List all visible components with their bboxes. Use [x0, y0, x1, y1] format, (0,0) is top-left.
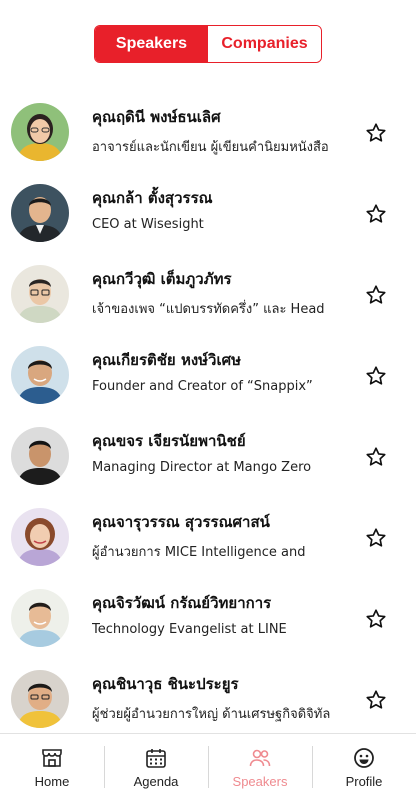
- avatar: [11, 670, 69, 728]
- bottom-tab-bar: Home Agenda Speakers Profile: [0, 733, 416, 800]
- speaker-description: Founder and Creator of “Snappix”: [92, 379, 313, 394]
- people-icon: [249, 749, 271, 767]
- speaker-row[interactable]: คุณชินาวุธ ชินะประยูร ผู้ช่วยผู้อำนวยการ…: [0, 659, 416, 740]
- avatar: [11, 508, 69, 566]
- speaker-description: ผู้อำนวยการ MICE Intelligence and: [92, 545, 306, 560]
- star-icon[interactable]: [365, 527, 387, 549]
- companies-segment-button[interactable]: Companies: [208, 26, 321, 62]
- avatar: [11, 103, 69, 161]
- star-icon[interactable]: [365, 608, 387, 630]
- speaker-row[interactable]: คุณฤดินี พงษ์ธนเลิศ อาจารย์และนักเขียน ผ…: [0, 92, 416, 173]
- speaker-name: คุณขจร เจียรนัยพานิชย์: [92, 432, 246, 450]
- speaker-row[interactable]: คุณกวีวุฒิ เต็มภูวภัทร เจ้าของเพจ “แปดบร…: [0, 254, 416, 335]
- speakers-companies-toggle: Speakers Companies: [94, 25, 322, 63]
- speaker-row[interactable]: คุณจารุวรรณ สุวรรณศาสน์ ผู้อำนวยการ MICE…: [0, 497, 416, 578]
- speaker-name: คุณกวีวุฒิ เต็มภูวภัทร: [92, 270, 232, 288]
- smiley-icon: [354, 748, 374, 768]
- avatar: [11, 265, 69, 323]
- tab-speakers-label: Speakers: [232, 774, 288, 789]
- speakers-segment-button[interactable]: Speakers: [95, 26, 208, 62]
- speaker-row[interactable]: คุณเกียรติชัย หงษ์วิเศษ Founder and Crea…: [0, 335, 416, 416]
- tab-agenda-label: Agenda: [133, 774, 179, 789]
- speaker-description: เจ้าของเพจ “แปดบรรทัดครึ่ง” และ Head: [92, 302, 325, 317]
- star-icon[interactable]: [365, 203, 387, 225]
- avatar: [11, 184, 69, 242]
- speaker-description: Technology Evangelist at LINE: [92, 622, 287, 637]
- speaker-description: ผู้ช่วยผู้อำนวยการใหญ่ ด้านเศรษฐกิจดิจิท…: [92, 707, 331, 722]
- star-icon[interactable]: [365, 689, 387, 711]
- avatar: [11, 589, 69, 647]
- tab-home-label: Home: [34, 774, 70, 789]
- star-icon[interactable]: [365, 446, 387, 468]
- star-icon[interactable]: [365, 365, 387, 387]
- speaker-row[interactable]: คุณกล้า ตั้งสุวรรณ CEO at Wisesight: [0, 173, 416, 254]
- speaker-description: อาจารย์และนักเขียน ผู้เขียนคำนิยมหนังสือ: [92, 140, 329, 155]
- star-icon[interactable]: [365, 284, 387, 306]
- speaker-name: คุณฤดินี พงษ์ธนเลิศ: [92, 108, 221, 126]
- calendar-icon: [146, 749, 166, 768]
- avatar: [11, 346, 69, 404]
- tab-speakers[interactable]: Speakers: [208, 734, 312, 800]
- speaker-description: CEO at Wisesight: [92, 217, 204, 232]
- avatar: [11, 427, 69, 485]
- speaker-row[interactable]: คุณจิรวัฒน์ กรัณย์วิทยาการ Technology Ev…: [0, 578, 416, 659]
- star-icon[interactable]: [365, 122, 387, 144]
- speaker-name: คุณจารุวรรณ สุวรรณศาสน์: [92, 513, 270, 531]
- speaker-name: คุณชินาวุธ ชินะประยูร: [92, 675, 239, 693]
- speaker-row[interactable]: คุณขจร เจียรนัยพานิชย์ Managing Director…: [0, 416, 416, 497]
- speaker-name: คุณเกียรติชัย หงษ์วิเศษ: [92, 351, 241, 369]
- tab-profile[interactable]: Profile: [312, 734, 416, 800]
- tab-profile-label: Profile: [345, 774, 383, 789]
- store-icon: [42, 749, 62, 767]
- speaker-description: Managing Director at Mango Zero: [92, 460, 312, 475]
- speaker-list: คุณฤดินี พงษ์ธนเลิศ อาจารย์และนักเขียน ผ…: [0, 92, 416, 740]
- speaker-name: คุณกล้า ตั้งสุวรรณ: [92, 189, 213, 207]
- speaker-name: คุณจิรวัฒน์ กรัณย์วิทยาการ: [92, 594, 272, 612]
- tab-home[interactable]: Home: [0, 734, 104, 800]
- tab-agenda[interactable]: Agenda: [104, 734, 208, 800]
